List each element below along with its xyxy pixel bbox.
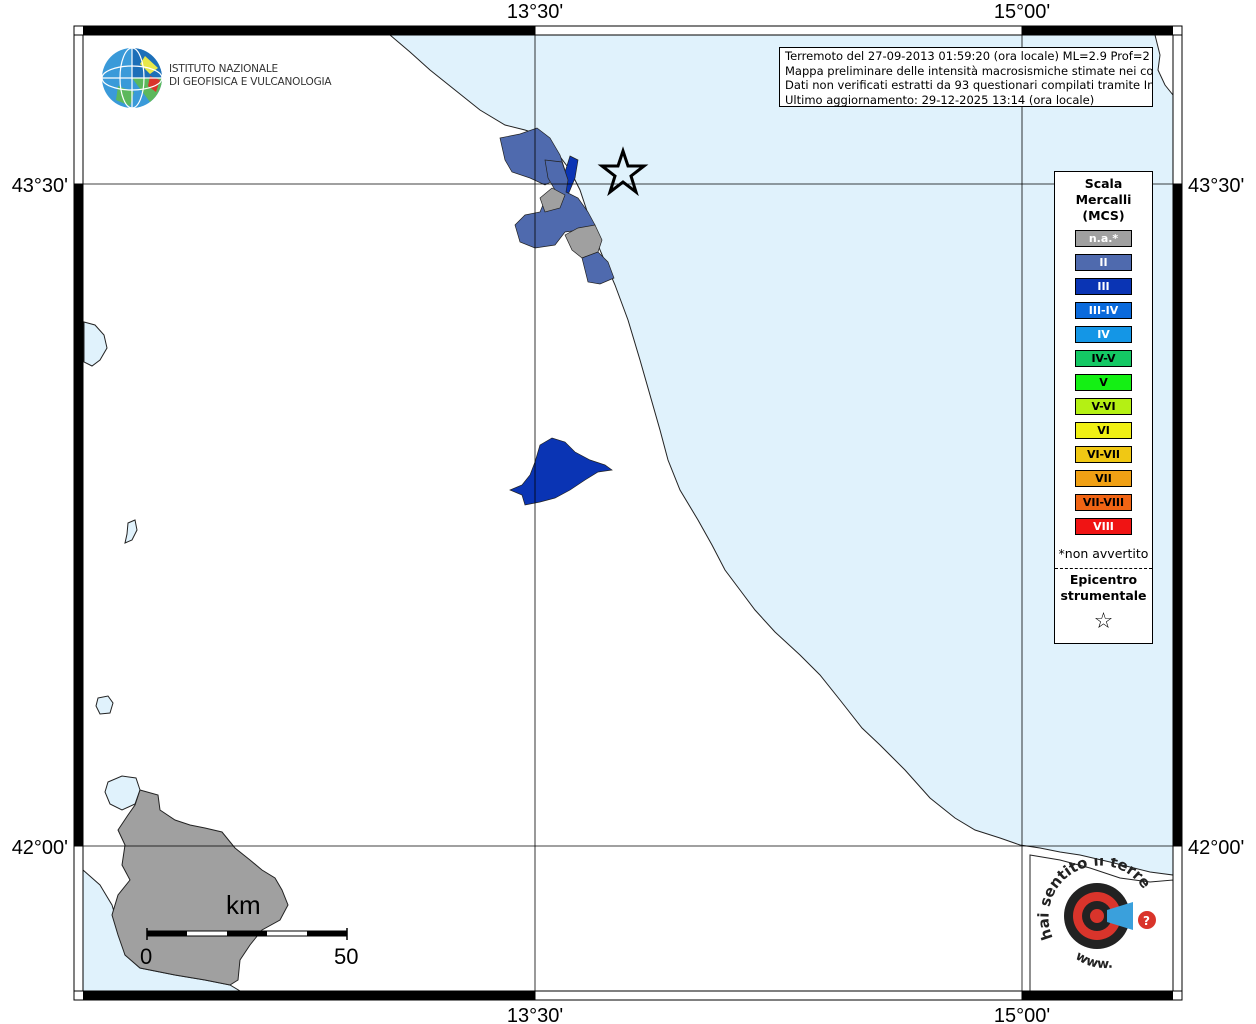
scale-unit: km [226,890,261,920]
ingv-logo: ISTITUTO NAZIONALE DI GEOFISICA E VULCAN… [100,46,332,110]
bottom-label-2: 15°00' [994,1005,1050,1024]
legend-swatch: III-IV [1075,302,1132,319]
info-line-data: Dati non verificati estratti da 93 quest… [785,78,1153,92]
left-label-1: 43°30' [12,175,68,197]
info-line-update: Ultimo aggiornamento: 29-12-2025 13:14 (… [785,92,1095,107]
scale-min: 0 [140,944,153,969]
legend-swatch: IV [1075,326,1132,343]
legend-swatch: VI [1075,422,1132,439]
legend-title-1: Scala [1084,176,1123,191]
map-base [82,34,1174,992]
legend-epicenter-line-2: strumentale [1060,588,1147,603]
info-line-map: Mappa preliminare delle intensità macros… [785,63,1153,78]
scale-max: 50 [334,944,359,969]
legend-epicenter-label: Epicentro strumentale [1055,572,1152,604]
ingv-name: ISTITUTO NAZIONALE DI GEOFISICA E VULCAN… [169,63,332,89]
mcs-legend: Scala Mercalli (MCS) n.a.* II III III-IV IV I… [1054,171,1153,644]
legend-swatch: V [1075,374,1132,391]
lake-3 [95,695,114,715]
logo-www-text: www. [1073,949,1114,973]
legend-swatch: VI-VII [1075,446,1132,463]
legend-swatch: VII-VIII [1075,494,1132,511]
legend-note: *non avvertito [1058,546,1149,561]
right-label-2: 42°00' [1188,837,1244,859]
globe-icon [101,47,163,109]
info-line-event: Terremoto del 27-09-2013 01:59:20 (ora l… [785,49,1153,63]
top-label-1: 13°30' [507,1,563,23]
legend-title-2: Mercalli [1075,192,1132,207]
legend-swatch: VIII [1075,518,1132,535]
haisentito-logo[interactable]: ? hai sentito il terremoto.it www. [1027,844,1175,978]
legend-swatch: V-VI [1075,398,1132,415]
ingv-line-1: ISTITUTO NAZIONALE [169,63,278,75]
bottom-label-1: 13°30' [507,1005,563,1024]
event-info-box: Terremoto del 27-09-2013 01:59:20 (ora l… [779,47,1153,107]
legend-swatch: IV-V [1075,350,1132,367]
legend-swatch: VII [1075,470,1132,487]
ingv-line-2: DI GEOFISICA E VULCANOLOGIA [169,76,332,88]
legend-swatch: n.a.* [1075,230,1132,247]
target-speaker-icon: ? hai sentito il terremoto.it www. [1027,844,1156,973]
legend-swatch: II [1075,254,1132,271]
left-label-2: 42°00' [12,837,68,859]
legend-separator [1055,568,1152,569]
legend-title-3: (MCS) [1082,208,1125,223]
legend-epicenter-line-1: Epicentro [1069,572,1138,587]
svg-text:?: ? [1143,914,1150,928]
right-label-1: 43°30' [1188,175,1244,197]
legend-star-icon: ☆ [1093,609,1114,634]
legend-swatch: III [1075,278,1132,295]
top-label-2: 15°00' [994,1,1050,23]
